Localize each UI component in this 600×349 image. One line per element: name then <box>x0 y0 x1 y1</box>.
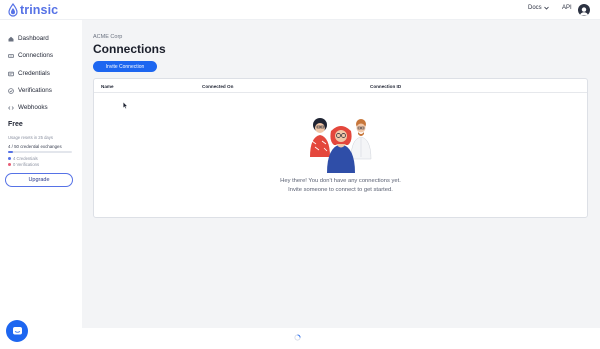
legend-credentials: 4 Credentials <box>8 156 38 161</box>
legend-dot <box>8 163 11 166</box>
docs-menu[interactable]: Docs <box>528 5 549 11</box>
empty-state-line-2: Invite someone to connect to get started… <box>288 186 393 193</box>
user-avatar-icon[interactable] <box>578 4 590 16</box>
legend-label: 0 Verifications <box>13 162 40 167</box>
empty-state-line-1: Hey there! You don't have any connection… <box>280 178 401 184</box>
sidebar-item-label: Connections <box>18 52 54 59</box>
sidebar-item-dashboard[interactable]: Dashboard <box>8 35 49 42</box>
api-link[interactable]: API <box>562 5 572 11</box>
connections-table: Name Connected On Connection ID Hey ther… <box>93 78 588 218</box>
brand-logo[interactable]: trinsic <box>8 2 58 18</box>
column-header-connected-on[interactable]: Connected On <box>202 84 233 89</box>
column-header-connection-id[interactable]: Connection ID <box>370 84 401 89</box>
sidebar-item-label: Webhooks <box>18 104 48 111</box>
connections-icon <box>8 53 14 58</box>
sidebar-item-label: Dashboard <box>18 35 49 42</box>
credentials-icon <box>8 71 14 76</box>
legend-verifications: 0 Verifications <box>8 162 39 167</box>
chevron-down-icon <box>543 6 549 10</box>
page-title: Connections <box>93 42 166 56</box>
empty-state-message: Hey there! You don't have any connection… <box>94 177 587 194</box>
people-illustration-icon <box>310 118 372 173</box>
sidebar-item-verifications[interactable]: Verifications <box>8 87 52 94</box>
sidebar-item-credentials[interactable]: Credentials <box>8 70 50 77</box>
column-header-name[interactable]: Name <box>101 84 114 89</box>
brand-name: trinsic <box>20 3 59 17</box>
table-header-divider <box>94 92 587 93</box>
sidebar-item-webhooks[interactable]: Webhooks <box>8 104 48 111</box>
drop-logo-icon <box>8 3 18 17</box>
home-icon <box>8 36 14 41</box>
webhooks-icon <box>8 105 14 110</box>
usage-progress-fill <box>8 151 14 153</box>
verifications-icon <box>8 87 14 94</box>
docs-label: Docs <box>528 5 542 11</box>
usage-count-text: 4 / 50 credential exchanges <box>8 144 62 149</box>
main-content: ACME Corp Connections Invite Connection … <box>82 20 600 328</box>
loading-spinner-icon <box>294 334 301 341</box>
upgrade-button[interactable]: Upgrade <box>5 173 73 187</box>
sidebar: Dashboard Connections Credentials Verifi… <box>0 20 82 328</box>
chat-widget-button[interactable] <box>6 320 28 342</box>
usage-progress-bar <box>8 151 72 153</box>
chat-icon <box>12 326 22 334</box>
legend-label: 4 Credentials <box>13 156 38 161</box>
invite-connection-button[interactable]: Invite Connection <box>93 61 157 72</box>
sidebar-item-connections[interactable]: Connections <box>8 52 53 59</box>
mouse-cursor-icon <box>123 102 128 109</box>
plan-name: Free <box>8 121 23 128</box>
breadcrumb: ACME Corp <box>93 34 123 40</box>
usage-reset-text: Usage resets in 25 days <box>8 135 53 140</box>
top-bar: trinsic Docs API <box>0 0 600 20</box>
sidebar-item-label: Credentials <box>18 70 50 77</box>
sidebar-item-label: Verifications <box>18 87 52 94</box>
legend-dot <box>8 157 11 160</box>
